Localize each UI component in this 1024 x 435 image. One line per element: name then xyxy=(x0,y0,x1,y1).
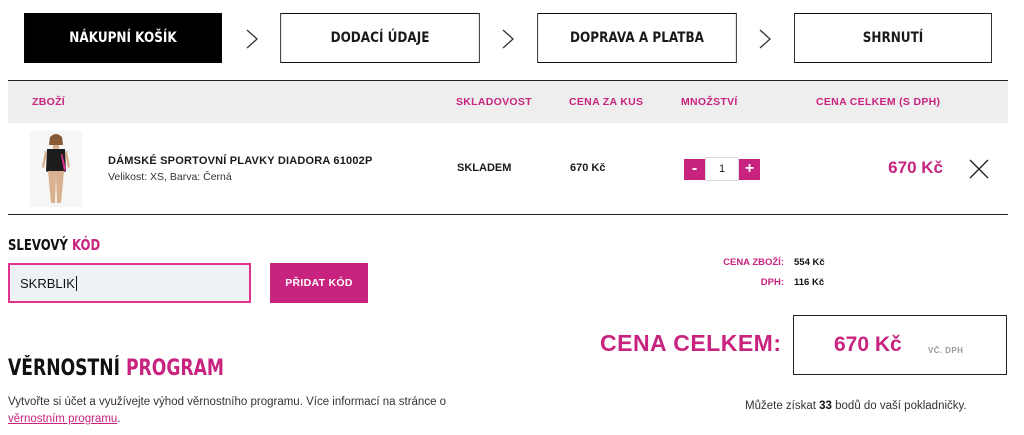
quantity-stepper: - 1 + xyxy=(684,157,760,181)
discount-code-input[interactable]: SKRBLIK xyxy=(8,263,251,303)
checkout-steps: NÁKUPNÍ KOŠÍK DODACÍ ÚDAJE DOPRAVA A PLA… xyxy=(8,13,1008,63)
cart-table-header: ZBOŽÍ SKLADOVOST CENA ZA KUS MNOŽSTVÍ CE… xyxy=(8,81,1008,123)
goods-price-label: CENA ZBOŽÍ: xyxy=(723,257,784,268)
points-prefix: Můžete získat xyxy=(745,400,820,412)
stock-status: SKLADEM xyxy=(457,162,512,174)
header-item: ZBOŽÍ xyxy=(32,96,65,108)
step-summary[interactable]: SHRNUTÍ xyxy=(794,13,992,63)
item-total-price: 670 Kč xyxy=(888,158,943,177)
points-suffix: bodů do vaší pokladničky. xyxy=(831,400,967,412)
product-variant: Velikost: XS, Barva: Černá xyxy=(108,171,232,183)
quantity-decrease-button[interactable]: - xyxy=(684,158,705,180)
header-quantity: MNOŽSTVÍ xyxy=(681,96,738,108)
chevron-right-icon xyxy=(245,29,259,49)
goods-price-value: 554 Kč xyxy=(794,257,825,268)
step-shipping-payment[interactable]: DOPRAVA A PLATBA xyxy=(537,13,737,63)
product-image[interactable] xyxy=(30,131,82,207)
step-cart-label: NÁKUPNÍ KOŠÍK xyxy=(69,30,177,46)
grand-total-value: 670 Kč xyxy=(834,333,902,356)
unit-price: 670 Kč xyxy=(570,162,606,174)
step-cart[interactable]: NÁKUPNÍ KOŠÍK xyxy=(24,13,222,63)
swimsuit-photo xyxy=(42,134,70,203)
chevron-right-icon xyxy=(501,29,515,49)
step-summary-label: SHRNUTÍ xyxy=(862,30,924,46)
product-name[interactable]: DÁMSKÉ SPORTOVNÍ PLAVKY DIADORA 61002P xyxy=(108,155,373,167)
loyalty-points-note: Můžete získat 33 bodů do vaší pokladničk… xyxy=(745,400,967,412)
discount-title-a: SLEVOVÝ xyxy=(8,236,68,254)
quantity-input[interactable]: 1 xyxy=(705,157,739,181)
loyalty-program-link[interactable]: věrnostním programu xyxy=(8,413,117,425)
header-unit-price: CENA ZA KUS xyxy=(569,96,644,108)
loyalty-description: Vytvořte si účet a využívejte výhod věrn… xyxy=(8,394,488,428)
step-delivery-label: DODACÍ ÚDAJE xyxy=(330,30,430,46)
close-icon[interactable] xyxy=(969,159,989,179)
discount-code-value: SKRBLIK xyxy=(20,275,75,291)
loyalty-title-b: PROGRAM xyxy=(125,356,224,381)
discount-title: SLEVOVÝ KÓD xyxy=(8,236,100,254)
discount-title-b: KÓD xyxy=(71,236,101,254)
header-total: CENA CELKEM (S DPH) xyxy=(816,96,941,108)
step-delivery-details[interactable]: DODACÍ ÚDAJE xyxy=(280,13,480,63)
quantity-increase-button[interactable]: + xyxy=(739,158,760,180)
loyalty-title-a: VĚRNOSTNÍ xyxy=(8,356,120,381)
step-shipping-label: DOPRAVA A PLATBA xyxy=(570,30,704,46)
points-value: 33 xyxy=(819,400,832,412)
chevron-right-icon xyxy=(758,29,772,49)
vat-label: DPH: xyxy=(760,277,784,288)
text-caret xyxy=(75,275,77,291)
header-stock: SKLADOVOST xyxy=(456,96,532,108)
grand-total-label: CENA CELKEM: xyxy=(600,330,782,356)
grand-total-vat-note: VČ. DPH xyxy=(928,346,964,355)
loyalty-text: Vytvořte si účet a využívejte výhod věrn… xyxy=(8,396,447,408)
vat-value: 116 Kč xyxy=(794,277,825,288)
add-code-button[interactable]: PŘIDAT KÓD xyxy=(270,263,368,303)
divider xyxy=(8,214,1008,215)
loyalty-title: VĚRNOSTNÍ PROGRAM xyxy=(8,356,224,381)
loyalty-text-end: . xyxy=(117,413,121,425)
grand-total-box: 670 Kč VČ. DPH xyxy=(793,315,1007,375)
